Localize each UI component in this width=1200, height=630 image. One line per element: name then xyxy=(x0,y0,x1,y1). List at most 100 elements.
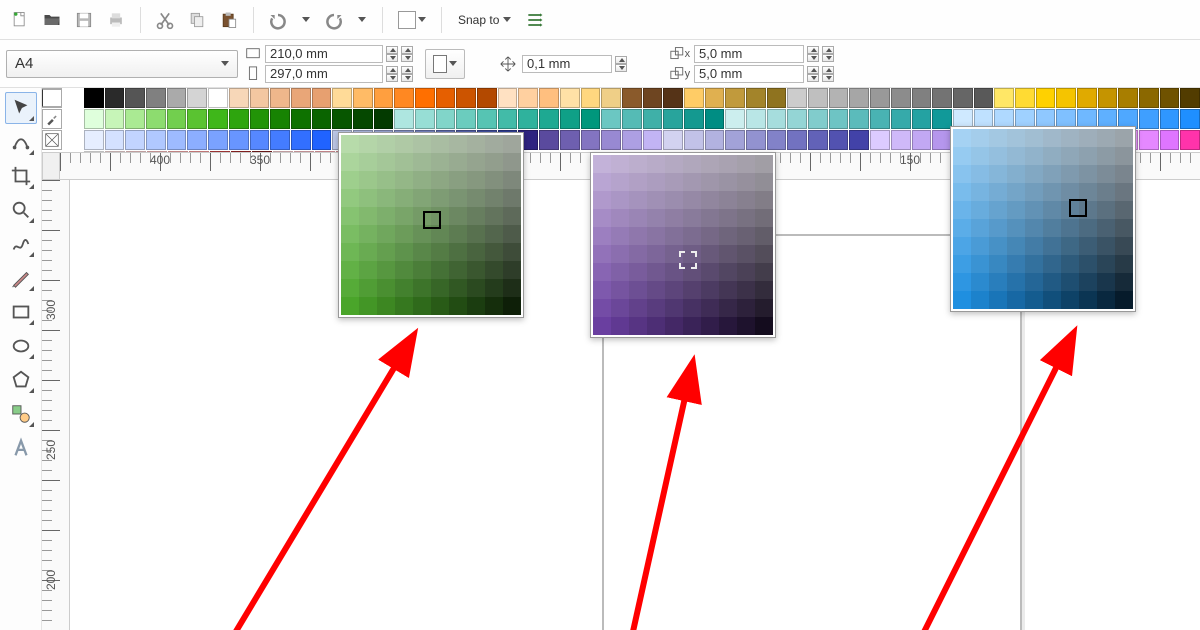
shade-cell[interactable] xyxy=(1007,183,1025,201)
color-swatch[interactable] xyxy=(849,88,869,108)
shade-cell[interactable] xyxy=(719,281,737,299)
color-swatch[interactable] xyxy=(767,88,787,108)
shade-cell[interactable] xyxy=(971,273,989,291)
color-swatch[interactable] xyxy=(1160,130,1180,150)
shade-cell[interactable] xyxy=(683,191,701,209)
color-swatch[interactable] xyxy=(187,109,207,129)
shade-cell[interactable] xyxy=(665,173,683,191)
shade-cell[interactable] xyxy=(629,173,647,191)
shade-cell[interactable] xyxy=(1079,201,1097,219)
shade-cell[interactable] xyxy=(1079,183,1097,201)
paste-button[interactable] xyxy=(215,6,243,34)
color-swatch[interactable] xyxy=(105,130,125,150)
color-swatch[interactable] xyxy=(601,130,621,150)
shade-cell[interactable] xyxy=(431,297,449,315)
color-swatch[interactable] xyxy=(601,88,621,108)
color-swatch[interactable] xyxy=(829,109,849,129)
shade-cell[interactable] xyxy=(665,317,683,335)
shade-cell[interactable] xyxy=(395,189,413,207)
color-swatch[interactable] xyxy=(787,109,807,129)
shade-cell[interactable] xyxy=(1025,165,1043,183)
shade-cell[interactable] xyxy=(755,263,773,281)
dup-y-input[interactable] xyxy=(694,65,804,83)
shade-cell[interactable] xyxy=(503,153,521,171)
color-swatch[interactable] xyxy=(622,130,642,150)
shade-cell[interactable] xyxy=(1079,165,1097,183)
color-swatch[interactable] xyxy=(601,109,621,129)
shade-cell[interactable] xyxy=(1061,129,1079,147)
color-swatch[interactable] xyxy=(125,88,145,108)
shade-cell[interactable] xyxy=(737,263,755,281)
shade-cell[interactable] xyxy=(611,281,629,299)
shade-cell[interactable] xyxy=(737,155,755,173)
shade-cell[interactable] xyxy=(971,165,989,183)
shade-cell[interactable] xyxy=(503,225,521,243)
shade-cell[interactable] xyxy=(413,261,431,279)
height-spin-down[interactable] xyxy=(386,74,398,82)
color-swatch[interactable] xyxy=(84,88,104,108)
shade-cell[interactable] xyxy=(449,279,467,297)
shade-cell[interactable] xyxy=(701,227,719,245)
shade-cell[interactable] xyxy=(647,227,665,245)
color-swatch[interactable] xyxy=(787,130,807,150)
shade-cell[interactable] xyxy=(377,207,395,225)
color-popover-green[interactable] xyxy=(338,132,524,318)
shade-cell[interactable] xyxy=(485,207,503,225)
shade-cell[interactable] xyxy=(1043,183,1061,201)
shade-cell[interactable] xyxy=(719,227,737,245)
shade-cell[interactable] xyxy=(1007,147,1025,165)
shade-cell[interactable] xyxy=(1115,255,1133,273)
color-swatch[interactable] xyxy=(684,130,704,150)
color-swatch[interactable] xyxy=(498,88,518,108)
shade-cell[interactable] xyxy=(647,281,665,299)
shade-cell[interactable] xyxy=(989,129,1007,147)
color-swatch[interactable] xyxy=(270,88,290,108)
color-swatch[interactable] xyxy=(849,109,869,129)
shade-cell[interactable] xyxy=(953,219,971,237)
shade-cell[interactable] xyxy=(665,209,683,227)
shade-cell[interactable] xyxy=(1097,129,1115,147)
shade-cell[interactable] xyxy=(1043,165,1061,183)
shade-cell[interactable] xyxy=(737,173,755,191)
shade-cell[interactable] xyxy=(593,209,611,227)
shade-cell[interactable] xyxy=(449,297,467,315)
cut-button[interactable] xyxy=(151,6,179,34)
shade-cell[interactable] xyxy=(719,299,737,317)
color-swatch[interactable] xyxy=(167,88,187,108)
color-swatch[interactable] xyxy=(622,109,642,129)
shade-cell[interactable] xyxy=(611,173,629,191)
shade-cell[interactable] xyxy=(737,209,755,227)
shade-cell[interactable] xyxy=(719,155,737,173)
shade-cell[interactable] xyxy=(1097,165,1115,183)
shade-cell[interactable] xyxy=(377,279,395,297)
shade-cell[interactable] xyxy=(431,207,449,225)
color-swatch[interactable] xyxy=(1180,88,1200,108)
shade-cell[interactable] xyxy=(413,297,431,315)
color-swatch[interactable] xyxy=(291,109,311,129)
shade-cell[interactable] xyxy=(953,237,971,255)
color-swatch[interactable] xyxy=(415,88,435,108)
shade-cell[interactable] xyxy=(377,261,395,279)
shade-cell[interactable] xyxy=(719,263,737,281)
color-swatch[interactable] xyxy=(332,109,352,129)
shade-cell[interactable] xyxy=(359,171,377,189)
color-swatch[interactable] xyxy=(643,109,663,129)
shade-cell[interactable] xyxy=(449,243,467,261)
shade-cell[interactable] xyxy=(611,155,629,173)
shade-cell[interactable] xyxy=(971,237,989,255)
shade-cell[interactable] xyxy=(611,245,629,263)
shade-cell[interactable] xyxy=(719,173,737,191)
color-swatch[interactable] xyxy=(518,109,538,129)
color-swatch[interactable] xyxy=(849,130,869,150)
artistic-media-tool[interactable] xyxy=(5,262,37,294)
shade-cell[interactable] xyxy=(1097,219,1115,237)
shade-cell[interactable] xyxy=(755,155,773,173)
shade-cell[interactable] xyxy=(1061,165,1079,183)
dupy-spin-up[interactable] xyxy=(807,66,819,74)
shade-cell[interactable] xyxy=(683,173,701,191)
color-swatch[interactable] xyxy=(105,109,125,129)
color-swatch[interactable] xyxy=(912,88,932,108)
width-spin-down[interactable] xyxy=(386,54,398,62)
shade-cell[interactable] xyxy=(1007,291,1025,309)
color-swatch[interactable] xyxy=(1139,109,1159,129)
